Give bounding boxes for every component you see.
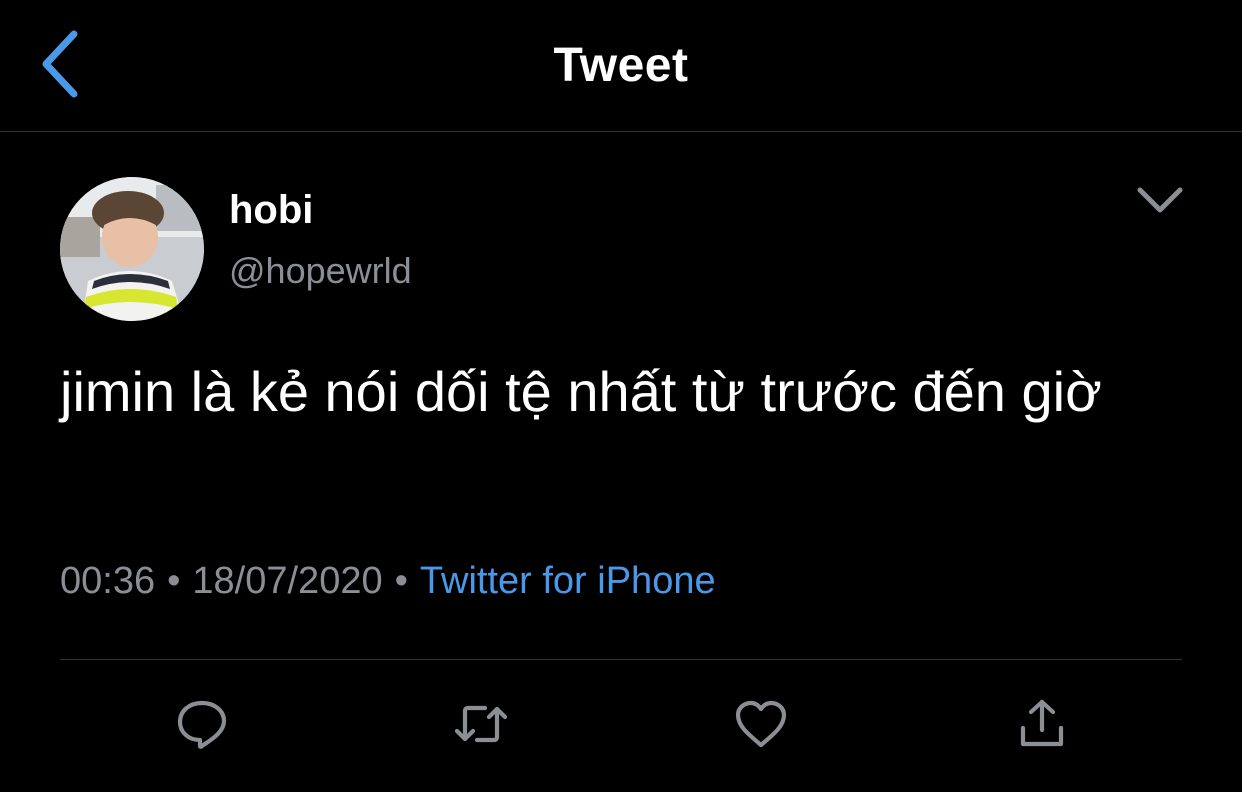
tweet-meta: 00:36 • 18/07/2020 • Twitter for iPhone [60,560,716,603]
heart-icon [734,700,788,748]
divider [60,659,1182,660]
like-button[interactable] [733,696,789,752]
tweet-menu-button[interactable] [1132,180,1188,224]
meta-separator: • [394,560,408,602]
meta-separator: • [167,560,181,602]
share-button[interactable] [1014,696,1070,752]
tweet-time: 00:36 [60,560,156,602]
tweet-source-link[interactable]: Twitter for iPhone [420,560,716,602]
navigation-header: Tweet [0,0,1242,132]
tweet-date: 18/07/2020 [192,560,383,602]
retweet-button[interactable] [453,696,509,752]
profile-photo [60,177,204,321]
retweet-icon [453,701,509,747]
avatar[interactable] [60,177,204,321]
reply-button[interactable] [174,696,230,752]
tweet-detail-screen: Tweet hobi @hopewrld jimin là kẻ nói dối… [0,0,1242,792]
reply-icon [176,698,228,750]
author-handle[interactable]: @hopewrld [229,250,412,292]
share-icon [1018,698,1066,750]
tweet-text: jimin là kẻ nói dối tệ nhất từ trước đến… [60,360,1102,423]
author-display-name[interactable]: hobi [229,188,313,233]
page-title: Tweet [553,39,689,92]
chevron-down-icon [1136,185,1184,220]
